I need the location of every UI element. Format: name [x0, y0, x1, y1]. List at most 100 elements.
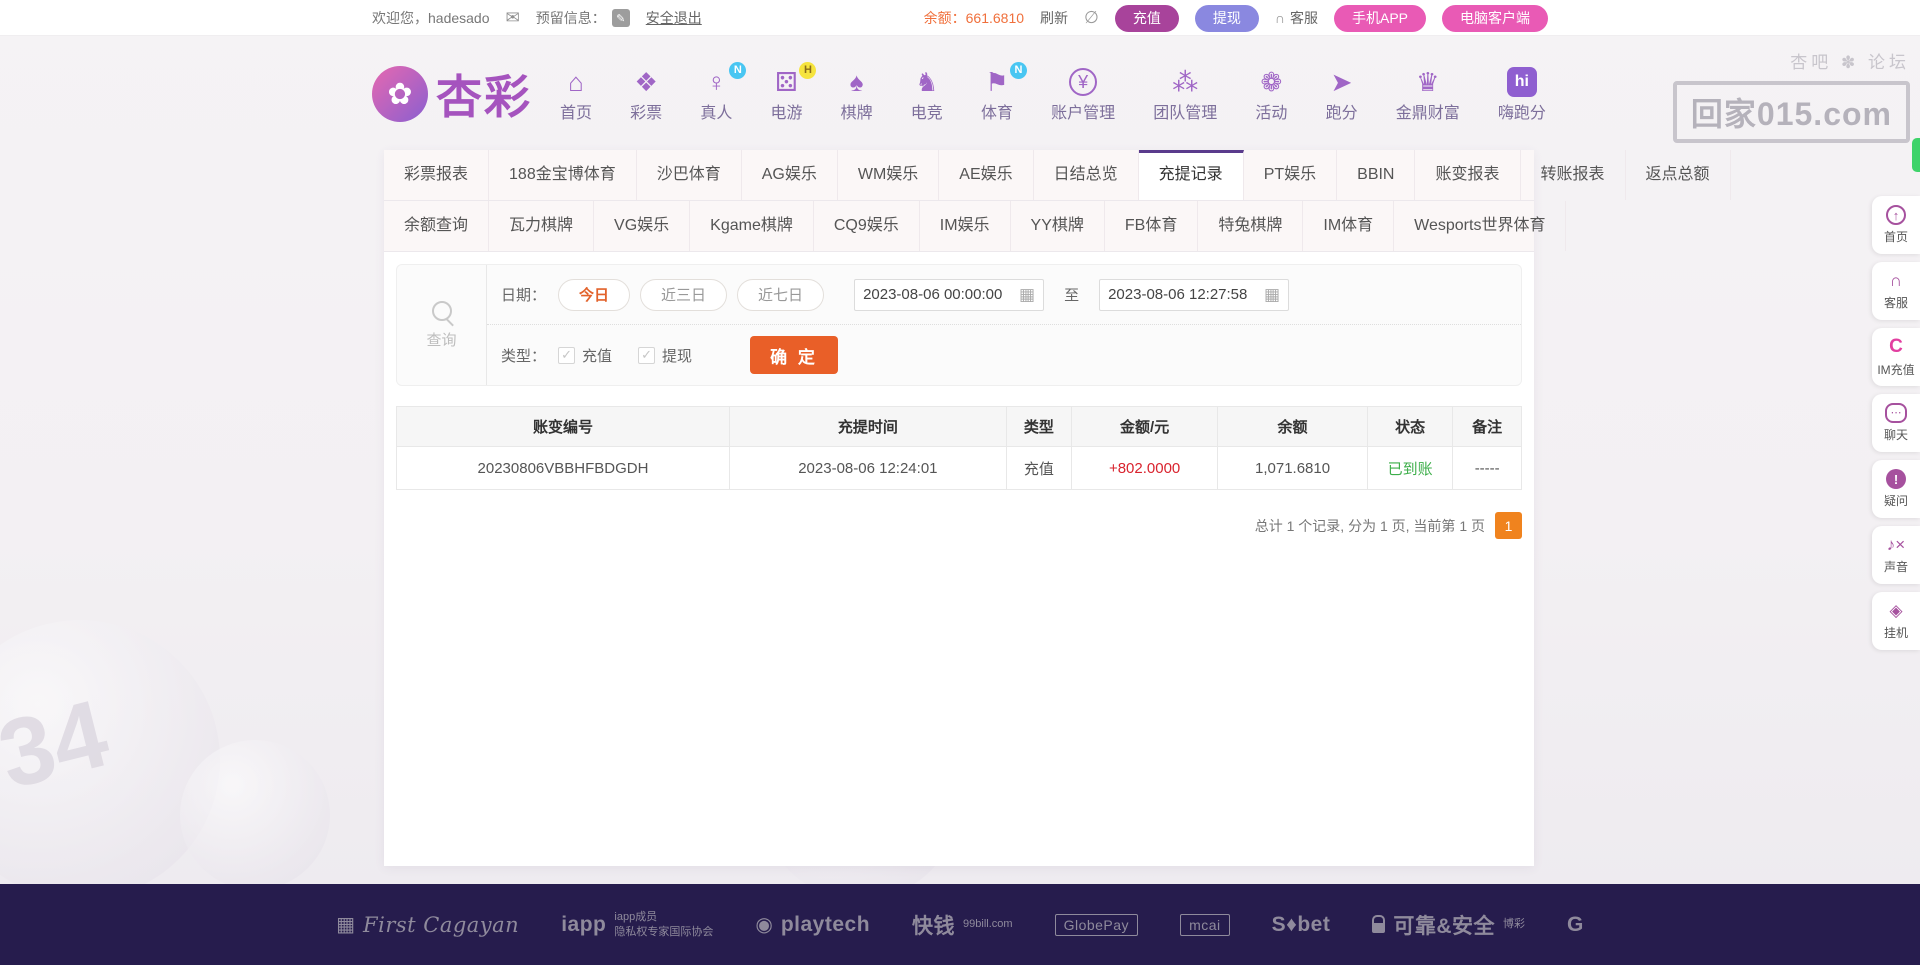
- partner-logo: S♦bet: [1272, 913, 1331, 937]
- mail-icon[interactable]: ✉: [506, 8, 520, 28]
- nav-item[interactable]: ⌂ 首页: [558, 66, 594, 123]
- quick-date-button[interactable]: 今日: [558, 278, 631, 311]
- calendar-icon[interactable]: ▦: [1019, 285, 1035, 305]
- decor-ball: [180, 740, 330, 890]
- quick-date-button[interactable]: 近三日: [640, 278, 728, 311]
- tab[interactable]: PT娱乐: [1244, 150, 1338, 200]
- tab[interactable]: BBIN: [1337, 150, 1416, 200]
- type-checkbox-option[interactable]: ✓ 提现: [638, 345, 692, 366]
- date-from-input[interactable]: 2023-08-06 00:00:00 ▦: [854, 278, 1045, 311]
- partner-logo: ◉ playtech: [755, 912, 870, 937]
- records-table: 账变编号 充提时间 类型 金额/元 余额 状态 备注 20230806VBBHF…: [396, 406, 1522, 490]
- type-row: 类型： ✓ 充值 ✓ 提现 确 定: [487, 325, 1521, 385]
- table-header-cell: 余额: [1217, 406, 1368, 447]
- logo-text: 杏彩: [436, 71, 532, 123]
- table-row[interactable]: 20230806VBBHFBDGDH 2023-08-06 12:24:01 充…: [396, 446, 1522, 490]
- table-header-cell: 备注: [1452, 406, 1522, 447]
- tab[interactable]: 返点总额: [1626, 150, 1731, 200]
- nav-icon: ♀: [706, 66, 727, 97]
- withdraw-button[interactable]: 提现: [1194, 4, 1259, 32]
- tab[interactable]: VG娱乐: [594, 201, 691, 251]
- tab[interactable]: 转账报表: [1521, 150, 1626, 200]
- edge-widget[interactable]: [1912, 138, 1920, 172]
- tab[interactable]: IM体育: [1303, 201, 1395, 251]
- sidebar-item[interactable]: ! 疑问: [1872, 460, 1920, 518]
- nav-item[interactable]: hi 嗨跑分: [1496, 66, 1548, 123]
- tab[interactable]: 日结总览: [1034, 150, 1139, 200]
- nav-item[interactable]: ¥ 账户管理: [1049, 66, 1117, 123]
- date-row: 日期： 今日 近三日 近七日 2023-08-06 00:00:00 ▦ 至 2…: [487, 265, 1521, 326]
- nav-icon: ⚑: [985, 66, 1009, 97]
- checkbox-icon[interactable]: ✓: [638, 346, 656, 364]
- tab[interactable]: YY棋牌: [1011, 201, 1105, 251]
- nav-item[interactable]: ♀ N 真人: [698, 61, 747, 123]
- mobile-app-button[interactable]: 手机APP: [1333, 4, 1426, 32]
- tab[interactable]: 彩票报表: [384, 150, 490, 200]
- calendar-icon[interactable]: ▦: [1264, 285, 1280, 305]
- checkbox-icon[interactable]: ✓: [558, 346, 576, 364]
- nav-item[interactable]: ⚄ H 电游: [768, 61, 817, 123]
- pc-client-button[interactable]: 电脑客户端: [1442, 4, 1548, 32]
- refresh-link[interactable]: 刷新: [1040, 8, 1068, 28]
- tab[interactable]: CQ9娱乐: [814, 201, 920, 251]
- tab[interactable]: AG娱乐: [742, 150, 838, 200]
- tab[interactable]: IM娱乐: [920, 201, 1011, 251]
- tab[interactable]: Kgame棋牌: [690, 201, 814, 251]
- sidebar-item[interactable]: ∩ 客服: [1872, 262, 1920, 320]
- back-top-icon: ↑: [1886, 205, 1906, 225]
- page-1-button[interactable]: 1: [1495, 512, 1522, 539]
- nav-item[interactable]: ⚑ N 体育: [979, 61, 1027, 123]
- recharge-button[interactable]: 充值: [1114, 4, 1179, 32]
- logout-link[interactable]: 安全退出: [646, 8, 702, 28]
- nav-icon: ❁: [1260, 66, 1283, 97]
- quick-date-button[interactable]: 近七日: [737, 278, 825, 311]
- tab[interactable]: FB体育: [1105, 201, 1199, 251]
- tab[interactable]: AE娱乐: [939, 150, 1034, 200]
- nav-label: 电游: [770, 104, 803, 122]
- nav-item[interactable]: ⁂ 团队管理: [1151, 66, 1219, 123]
- tab[interactable]: 188金宝博体育: [489, 150, 637, 200]
- tab[interactable]: WM娱乐: [838, 150, 940, 200]
- edit-pencil-icon[interactable]: ✎: [611, 9, 630, 27]
- partner-logo: 可靠&安全 博彩: [1372, 910, 1525, 940]
- reserved-info-label: 预留信息：: [535, 10, 606, 26]
- nav-item[interactable]: ♠ 棋牌: [839, 66, 875, 123]
- tab[interactable]: 沙巴体育: [637, 150, 742, 200]
- tab[interactable]: 账变报表: [1415, 150, 1521, 200]
- customer-service-link[interactable]: ∩ 客服: [1275, 8, 1318, 28]
- nav-item[interactable]: ❁ 活动: [1253, 66, 1289, 123]
- nav-icon: ⚄: [775, 66, 798, 97]
- confirm-button[interactable]: 确 定: [750, 336, 839, 374]
- tabs-row-1: 彩票报表 188金宝博体育 沙巴体育 AG娱乐 WM娱乐 AE娱乐 日结总览 充…: [384, 150, 1731, 201]
- nav-icon: ⌂: [568, 66, 584, 97]
- nav-label: 金鼎财富: [1395, 104, 1460, 122]
- watermark-domain: 回家015.com: [1672, 81, 1910, 143]
- nav-item[interactable]: ♛ 金鼎财富: [1394, 66, 1462, 123]
- nav-label: 活动: [1255, 104, 1288, 122]
- type-option-label: 提现: [662, 347, 693, 365]
- sidebar-item[interactable]: ◈ 挂机: [1872, 592, 1920, 650]
- partner-logo-icon: [1372, 915, 1386, 933]
- tab[interactable]: 瓦力棋牌: [489, 201, 595, 251]
- sidebar-label: IM充值: [1877, 363, 1915, 377]
- eye-off-icon[interactable]: ∅: [1084, 8, 1099, 28]
- tab[interactable]: Wesports世界体育: [1394, 201, 1567, 251]
- to-label: 至: [1064, 287, 1080, 304]
- sidebar-item[interactable]: C IM充值: [1872, 328, 1920, 386]
- tab[interactable]: 充提记录: [1138, 150, 1244, 200]
- nav-item[interactable]: ❖ 彩票: [628, 66, 664, 123]
- nav-item[interactable]: ♞ 电竞: [909, 66, 945, 123]
- date-to-input[interactable]: 2023-08-06 12:27:58 ▦: [1099, 278, 1290, 311]
- tab[interactable]: 余额查询: [384, 201, 490, 251]
- sidebar-item[interactable]: ↑ 首页: [1872, 196, 1920, 254]
- site-logo[interactable]: ✿ 杏彩: [372, 61, 532, 127]
- header: ✿ 杏彩 ⌂ 首页 ❖ 彩票 ♀ N 真人 ⚄ H 电游 ♠ 棋牌 ♞ 电竞 ⚑…: [372, 42, 1548, 146]
- watermark: 杏吧 ✽ 论坛 回家015.com: [1672, 48, 1910, 143]
- nav-item[interactable]: ➤ 跑分: [1324, 66, 1360, 123]
- cell-status: 已到账: [1366, 446, 1454, 490]
- tab[interactable]: 特兔棋牌: [1198, 201, 1304, 251]
- type-checkbox-option[interactable]: ✓ 充值: [558, 345, 612, 366]
- nav-icon: ♠: [849, 66, 864, 97]
- sidebar-item[interactable]: ♪× 声音: [1872, 526, 1920, 584]
- sidebar-item[interactable]: ⋯ 聊天: [1872, 394, 1920, 452]
